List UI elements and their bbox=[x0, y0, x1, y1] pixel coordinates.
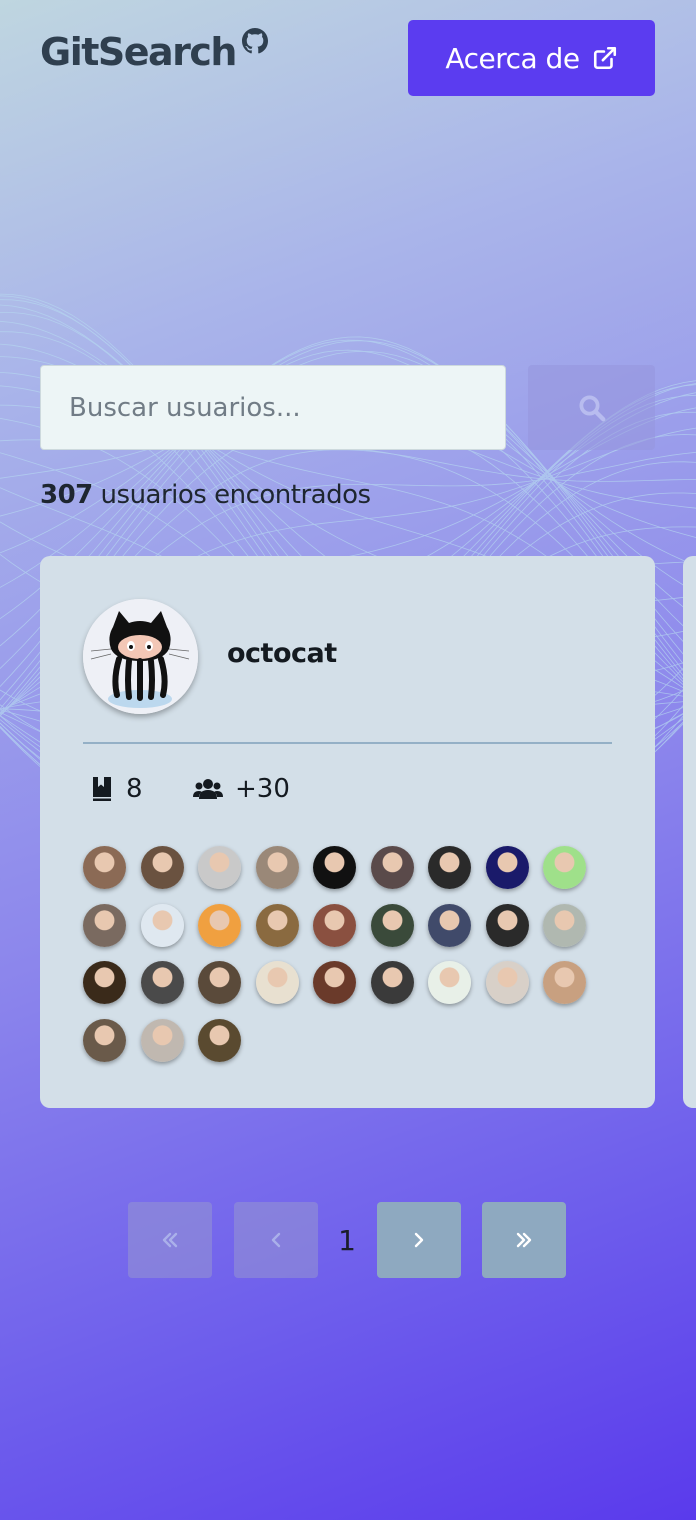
prev-page-button[interactable] bbox=[234, 1202, 318, 1278]
follower-avatar[interactable] bbox=[83, 961, 126, 1004]
follower-avatar[interactable] bbox=[255, 846, 299, 889]
chevron-left-icon bbox=[271, 1232, 281, 1248]
double-chevron-left-icon bbox=[162, 1232, 178, 1248]
users-icon bbox=[193, 779, 223, 799]
follower-avatar[interactable] bbox=[198, 961, 241, 1004]
user-card[interactable]: octocat 8 +30 bbox=[40, 556, 655, 1108]
search-button[interactable] bbox=[528, 365, 655, 450]
app-header: GitSearch Acerca de bbox=[0, 0, 696, 120]
follower-avatar[interactable] bbox=[140, 1018, 184, 1062]
follower-avatar[interactable] bbox=[83, 1018, 126, 1062]
results-summary: 307 usuarios encontrados bbox=[40, 480, 371, 510]
double-chevron-right-icon bbox=[516, 1232, 532, 1248]
follower-avatar[interactable] bbox=[370, 846, 414, 889]
card-divider bbox=[83, 742, 612, 744]
follower-avatar[interactable] bbox=[198, 846, 241, 889]
octocat-avatar bbox=[83, 599, 198, 714]
follower-avatar[interactable] bbox=[370, 903, 414, 947]
follower-avatar[interactable] bbox=[313, 961, 356, 1004]
last-page-button[interactable] bbox=[482, 1202, 566, 1278]
follower-avatar[interactable] bbox=[313, 903, 356, 947]
follower-avatar[interactable] bbox=[198, 1018, 241, 1062]
book-icon bbox=[93, 777, 111, 801]
next-page-button[interactable] bbox=[377, 1202, 461, 1278]
follower-avatar[interactable] bbox=[485, 846, 529, 889]
logo-text: GitSearch bbox=[40, 30, 237, 74]
follower-avatar[interactable] bbox=[140, 846, 184, 889]
results-count: 307 bbox=[40, 480, 93, 510]
search-input[interactable] bbox=[40, 365, 506, 450]
follower-avatar[interactable] bbox=[428, 961, 471, 1004]
follower-avatar[interactable] bbox=[198, 903, 241, 947]
user-avatar bbox=[83, 599, 198, 714]
about-button[interactable]: Acerca de bbox=[408, 20, 655, 96]
follower-avatar[interactable] bbox=[83, 903, 126, 947]
search-icon bbox=[579, 395, 605, 421]
github-mark-icon bbox=[241, 28, 268, 54]
repos-stat: 8 bbox=[90, 774, 143, 804]
follower-avatar[interactable] bbox=[255, 903, 299, 947]
repos-count: 8 bbox=[126, 774, 143, 804]
follower-avatar[interactable] bbox=[428, 846, 471, 889]
follower-avatar[interactable] bbox=[543, 846, 586, 889]
followers-count: +30 bbox=[235, 774, 290, 804]
follower-avatar[interactable] bbox=[428, 903, 471, 947]
follower-avatar[interactable] bbox=[543, 961, 586, 1004]
username[interactable]: octocat bbox=[227, 638, 337, 669]
about-button-label: Acerca de bbox=[445, 41, 580, 75]
follower-avatar[interactable] bbox=[83, 846, 126, 889]
follower-avatar[interactable] bbox=[485, 903, 529, 947]
pagination: 1 bbox=[0, 1202, 696, 1278]
follower-avatar[interactable] bbox=[313, 846, 356, 889]
chevron-right-icon bbox=[414, 1232, 424, 1248]
first-page-button[interactable] bbox=[128, 1202, 212, 1278]
follower-avatar[interactable] bbox=[140, 903, 184, 947]
results-label: usuarios encontrados bbox=[100, 480, 372, 510]
follower-avatar[interactable] bbox=[543, 903, 586, 947]
app-logo[interactable]: GitSearch bbox=[40, 28, 268, 74]
current-page: 1 bbox=[338, 1223, 356, 1257]
followers-stat: +30 bbox=[193, 774, 290, 804]
followers-avatar-grid bbox=[83, 846, 613, 1062]
next-user-card[interactable] bbox=[683, 556, 696, 1108]
external-link-icon bbox=[593, 46, 616, 70]
follower-avatar[interactable] bbox=[255, 961, 299, 1004]
follower-avatar[interactable] bbox=[370, 961, 414, 1004]
follower-avatar[interactable] bbox=[140, 961, 184, 1004]
follower-avatar[interactable] bbox=[485, 961, 529, 1004]
